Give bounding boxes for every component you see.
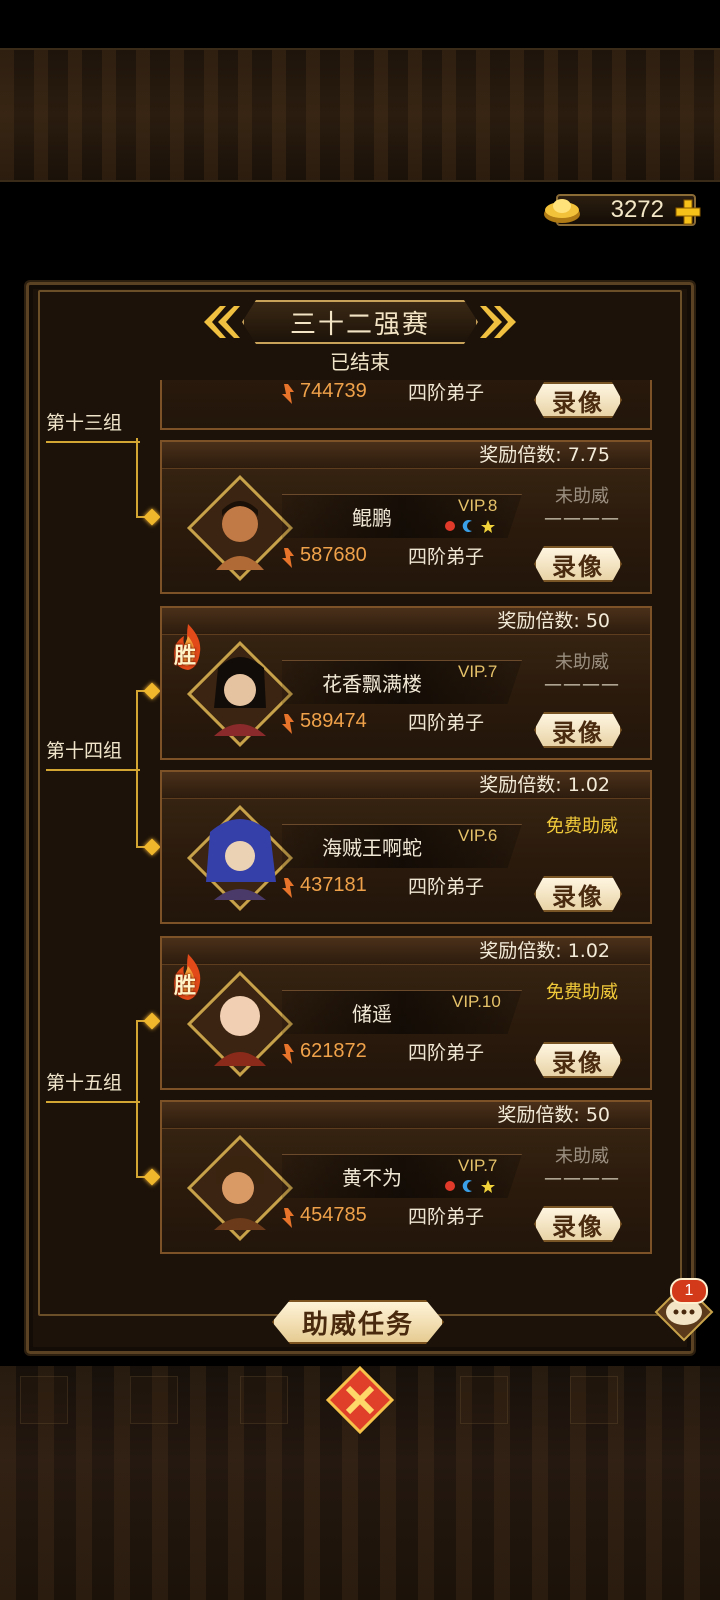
reward-multiplier: 奖励倍数: 1.02 (479, 774, 610, 796)
add-currency-icon[interactable] (674, 198, 702, 226)
nav-item-faded (460, 1376, 508, 1424)
player-card: 奖励倍数: 1.02 胜 储遥 VIP.10 621872 四阶弟子 免费助威 … (160, 936, 652, 1090)
player-rank: 四阶弟子 (408, 546, 485, 568)
player-name: 海贼王啊蛇 (322, 836, 422, 860)
player-card-partial: 744739 四阶弟子 录像 (160, 380, 652, 430)
player-rank: 四阶弟子 (408, 712, 485, 734)
replay-button[interactable]: 录像 (534, 1206, 622, 1242)
support-status: 未助威 (555, 486, 609, 507)
group-label-15: 第十五组 (46, 1068, 140, 1103)
player-card: 奖励倍数: 7.75 鲲鹏 VIP.8 587680 四阶弟子 未助威 ————… (160, 440, 652, 594)
currency-value: 3272 (610, 196, 664, 223)
bracket-line (136, 1020, 138, 1178)
sun-moon-star-icon (445, 1180, 495, 1193)
power-icon (282, 548, 294, 568)
title-bar: 三十二强赛 (200, 298, 520, 346)
reward-multiplier: 奖励倍数: 50 (497, 610, 610, 632)
power-icon (282, 878, 294, 898)
player-power: 437181 (300, 874, 367, 896)
player-card: 奖励倍数: 1.02 海贼王啊蛇 VIP.6 437181 四阶弟子 免费助威 … (160, 770, 652, 924)
player-rank: 四阶弟子 (408, 1042, 485, 1064)
player-name: 花香飘满楼 (322, 672, 422, 696)
nav-item-faded (20, 1376, 68, 1424)
reward-multiplier: 奖励倍数: 50 (497, 1104, 610, 1126)
free-support-button[interactable]: 免费助威 (532, 812, 632, 838)
support-status: 未助威 (555, 1146, 609, 1167)
gold-ingot-icon (544, 199, 580, 223)
nav-item-faded (570, 1376, 618, 1424)
bracket-diamond (143, 1168, 161, 1186)
player-name: 储遥 (352, 1002, 392, 1026)
top-decor-band (0, 48, 720, 182)
replay-label: 录像 (552, 1048, 604, 1077)
replay-button[interactable]: 录像 (534, 1042, 622, 1078)
reward-multiplier: 奖励倍数: 1.02 (479, 940, 610, 962)
sun-moon-star-icon (445, 520, 495, 533)
bracket-line (136, 438, 138, 518)
round-title: 三十二强赛 (289, 309, 430, 340)
replay-button[interactable]: 录像 (534, 876, 622, 912)
win-label: 胜 (174, 974, 197, 999)
player-name: 鲲鹏 (352, 506, 392, 530)
support-dashes: ———— (544, 508, 620, 529)
prev-round-arrow-icon[interactable] (200, 302, 240, 342)
nav-item-faded (240, 1376, 288, 1424)
reward-multiplier: 奖励倍数: 7.75 (479, 444, 610, 466)
support-status: 未助威 (555, 652, 609, 673)
vip-level: VIP.6 (458, 826, 498, 845)
player-card: 奖励倍数: 50 胜 花香飘满楼 VIP.7 589474 四阶弟子 未助威 —… (160, 606, 652, 760)
player-rank: 四阶弟子 (408, 1206, 485, 1228)
player-card: 奖励倍数: 50 黄不为 VIP.7 454785 四阶弟子 未助威 ———— … (160, 1100, 652, 1254)
bracket-diamond (143, 508, 161, 526)
support-dashes: ———— (544, 674, 620, 695)
chat-unread-badge: 1 (670, 1278, 708, 1304)
player-power: 587680 (300, 544, 367, 566)
bracket-diamond (143, 682, 161, 700)
round-status: 已结束 (330, 350, 390, 374)
player-power: 621872 (300, 1040, 367, 1062)
vip-level: VIP.10 (452, 992, 501, 1011)
vip-level: VIP.7 (458, 1156, 498, 1175)
replay-label: 录像 (552, 1212, 604, 1241)
power-icon (282, 1044, 294, 1064)
replay-button[interactable]: 录像 (534, 546, 622, 582)
vip-level: VIP.7 (458, 662, 498, 681)
next-round-arrow-icon[interactable] (480, 302, 520, 342)
close-icon[interactable] (324, 1364, 396, 1436)
power-icon (282, 384, 294, 404)
replay-label: 录像 (552, 882, 604, 911)
vip-level: VIP.8 (458, 496, 498, 515)
free-support-button[interactable]: 免费助威 (532, 978, 632, 1004)
replay-button[interactable]: 录像 (534, 712, 622, 748)
replay-label: 录像 (552, 388, 604, 417)
player-rank: 四阶弟子 (408, 876, 485, 898)
power-icon (282, 714, 294, 734)
round-title-box: 三十二强赛 (242, 300, 478, 344)
bracket-diamond (143, 1012, 161, 1030)
support-task-button[interactable]: 助威任务 (272, 1300, 444, 1344)
player-power: 454785 (300, 1204, 367, 1226)
power-icon (282, 1208, 294, 1228)
bracket-line (136, 690, 138, 848)
nav-item-faded (130, 1376, 178, 1424)
support-dashes: ———— (544, 1168, 620, 1189)
support-task-label: 助威任务 (301, 1309, 414, 1340)
match-list[interactable]: 第十三组 第十四组 第十五组 744739 四阶弟子 录像 奖励倍数: 7.75… (40, 380, 668, 1262)
replay-label: 录像 (552, 552, 604, 581)
bracket-diamond (143, 838, 161, 856)
player-power: 589474 (300, 710, 367, 732)
player-rank: 四阶弟子 (408, 382, 485, 404)
group-label-14: 第十四组 (46, 736, 140, 771)
win-label: 胜 (174, 644, 197, 669)
player-power: 744739 (300, 380, 367, 402)
replay-button[interactable]: 录像 (534, 382, 622, 418)
group-label-13: 第十三组 (46, 408, 140, 443)
currency-display: 3272 (544, 194, 701, 226)
player-name: 黄不为 (342, 1166, 402, 1190)
replay-label: 录像 (552, 718, 604, 747)
